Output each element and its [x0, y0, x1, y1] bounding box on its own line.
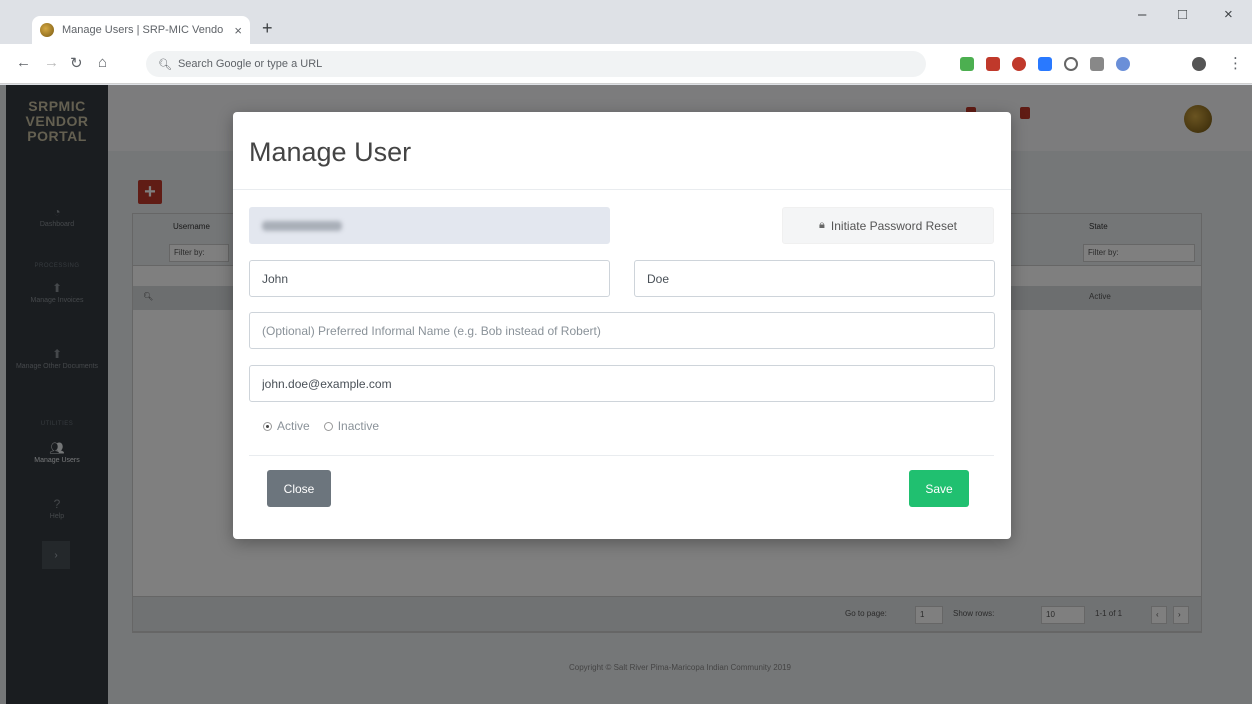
new-tab-button[interactable]: +	[262, 18, 273, 39]
username-field	[249, 207, 610, 244]
modal-title: Manage User	[249, 137, 412, 167]
reload-icon[interactable]: ↻	[70, 54, 83, 72]
lock-icon: 🔒︎	[819, 219, 825, 231]
tab-close-icon[interactable]: ×	[234, 23, 242, 38]
last-name-field[interactable]	[634, 260, 995, 297]
calendar-extension-icon[interactable]	[1038, 57, 1052, 71]
home-icon[interactable]: ⌂	[98, 54, 107, 71]
inactive-radio-label[interactable]: Inactive	[338, 419, 379, 433]
maximize-button[interactable]: □	[1178, 6, 1187, 23]
status-radio-group: Active Inactive	[263, 419, 379, 433]
address-placeholder: Search Google or type a URL	[177, 58, 323, 70]
browser-titlebar: Manage Users | SRP-MIC Vendo × + – □ ×	[0, 0, 1252, 44]
browser-tab[interactable]: Manage Users | SRP-MIC Vendo ×	[32, 16, 250, 44]
modal-divider	[249, 455, 994, 456]
active-radio[interactable]	[263, 421, 272, 431]
clock-extension-icon[interactable]	[1064, 57, 1078, 71]
adblock-extension-icon[interactable]	[1012, 57, 1026, 71]
shield-extension-icon[interactable]	[960, 57, 974, 71]
window-close-button[interactable]: ×	[1224, 6, 1233, 23]
link-extension-icon[interactable]	[1116, 57, 1130, 71]
manage-user-modal: Manage User 🔒︎ Initiate Password Reset A…	[233, 112, 1011, 539]
active-radio-label[interactable]: Active	[277, 419, 310, 433]
save-button[interactable]: Save	[909, 470, 969, 507]
inactive-radio[interactable]	[323, 421, 333, 431]
initiate-password-reset-button[interactable]: 🔒︎ Initiate Password Reset	[782, 207, 994, 244]
email-field[interactable]	[249, 365, 995, 402]
informal-name-field[interactable]	[249, 312, 995, 349]
profile-avatar-icon[interactable]	[1192, 57, 1206, 71]
search-icon: 🔍︎	[158, 58, 172, 71]
browser-menu-icon[interactable]: ⋮	[1228, 54, 1243, 72]
redacted-username	[262, 220, 342, 231]
minimize-button[interactable]: –	[1138, 6, 1146, 23]
back-arrow-icon[interactable]: ←	[16, 54, 31, 71]
site-favicon-icon	[40, 23, 54, 37]
browser-toolbar: ← → ↻ ⌂ 🔍︎ Search Google or type a URL ⋮	[0, 44, 1252, 84]
ublock-extension-icon[interactable]	[986, 57, 1000, 71]
modal-header: Manage User	[233, 112, 1011, 190]
notes-extension-icon[interactable]	[1090, 57, 1104, 71]
close-button[interactable]: Close	[267, 470, 331, 507]
first-name-field[interactable]	[249, 260, 610, 297]
address-bar[interactable]: 🔍︎ Search Google or type a URL	[146, 51, 926, 77]
tab-title: Manage Users | SRP-MIC Vendo	[62, 24, 224, 36]
forward-arrow-icon[interactable]: →	[44, 54, 59, 71]
